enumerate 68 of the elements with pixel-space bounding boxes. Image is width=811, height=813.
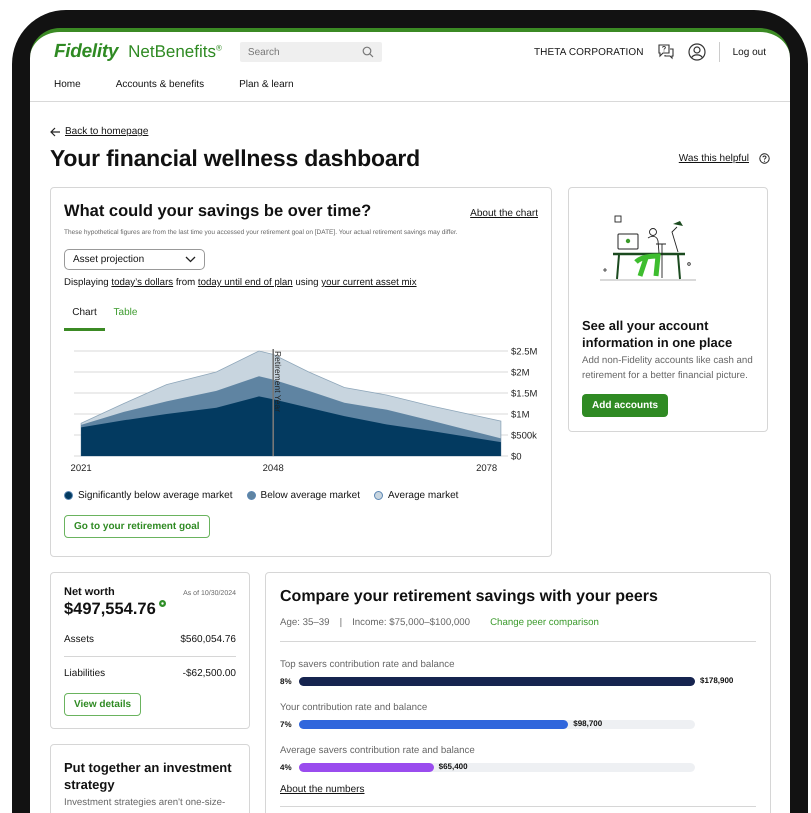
back-link[interactable]: Back to homepage [65, 126, 148, 137]
info-dot-icon[interactable] [158, 600, 166, 607]
logout-link[interactable]: Log out [732, 46, 766, 58]
net-worth-label: Net worth [64, 586, 115, 598]
card-title: Compare your retirement savings with your peers [280, 588, 659, 606]
chat-help-icon[interactable] [656, 43, 675, 61]
x-axis-label: 2078 [476, 463, 498, 474]
rate-value: 7% [280, 720, 293, 729]
nav-link[interactable]: Accounts & benefits [116, 79, 204, 90]
back-arrow-icon[interactable] [50, 126, 61, 136]
fidelity-logo[interactable]: Fidelity [54, 41, 118, 63]
retirement-year-label: Retirement Year [273, 351, 284, 412]
projection-dropdown[interactable]: Asset projection [64, 249, 205, 270]
settings-link[interactable]: your current asset mix [321, 277, 417, 288]
net-worth-amount: $497,554.76 [64, 600, 156, 619]
y-axis-label: $1.5M [511, 388, 538, 400]
rate-value: 8% [280, 677, 293, 686]
y-axis-label: $0 [511, 452, 522, 462]
nav-link[interactable]: Plan & learn [239, 79, 294, 90]
row-label: Liabilities [64, 668, 106, 679]
page-title: Your financial wellness dashboard [50, 145, 420, 172]
separator: | [340, 617, 342, 628]
y-axis-label: $1M [511, 410, 530, 420]
display-settings-text: Displaying today’s dollars from today until end of plan using your current asset mix [64, 277, 418, 288]
card-title: Put together an investment strategy [64, 760, 233, 794]
legend-label: Below average market [260, 490, 360, 501]
change-comparison-link[interactable]: Change peer comparison [490, 617, 599, 628]
user-icon[interactable] [688, 43, 706, 61]
row-value: -$62,500.00 [182, 668, 236, 679]
view-tab[interactable]: Table [105, 307, 146, 331]
card-title: See all your account information in one place [582, 318, 734, 352]
age-range: Age: 35–39 [280, 617, 330, 628]
y-axis-label: $500k [511, 430, 537, 442]
card-description: Add non-Fidelity accounts like cash and retirement for a better financial picture. [582, 354, 754, 383]
company-name: THETA CORPORATION [534, 46, 644, 58]
feedback-link[interactable]: Was this helpful [678, 153, 749, 164]
row-value: $560,054.76 [180, 634, 236, 645]
settings-link[interactable]: today’s dollars [111, 277, 174, 288]
product-name: NetBenefits$^{®}$ [128, 42, 222, 62]
nav-link[interactable]: Home [54, 79, 81, 90]
chevron-down-icon [185, 256, 196, 263]
balance-value: $98,700 [573, 719, 602, 728]
card-description: Investment strategies aren't one-size- [64, 796, 226, 810]
card-title: What could your savings be over time? [64, 202, 372, 221]
search-icon[interactable] [362, 46, 374, 58]
view-details-button[interactable]: View details [64, 693, 142, 716]
search-field[interactable]: Search [240, 42, 382, 62]
add-accounts-button[interactable]: Add accounts [582, 394, 668, 418]
rate-value: 4% [280, 763, 293, 772]
retirement-goal-button[interactable]: Go to your retirement goal [64, 515, 210, 538]
bar-label: Average savers contribution rate and balance [280, 745, 475, 756]
income-range: Income: $75,000–$100,000 [352, 617, 470, 628]
y-axis-label: $2M [511, 368, 530, 378]
about-chart-link[interactable]: About the chart [470, 208, 538, 219]
x-axis-label: 2021 [70, 463, 92, 474]
x-axis-label: 2048 [262, 463, 284, 474]
balance-value: $178,900 [700, 676, 734, 685]
bar-label: Top savers contribution rate and balance [280, 659, 454, 670]
help-icon[interactable] [759, 153, 770, 164]
legend-label: Significantly below average market [78, 490, 233, 501]
settings-link[interactable]: today until end of plan [198, 277, 293, 288]
balance-value: $65,400 [438, 762, 468, 771]
bar-label: Your contribution rate and balance [280, 702, 428, 713]
legend-label: Average market [388, 490, 458, 501]
row-label: Assets [64, 634, 94, 645]
view-tab[interactable]: Chart [64, 307, 105, 331]
y-axis-label: $2.5M [511, 346, 538, 358]
about-numbers-link[interactable]: About the numbers [280, 784, 364, 795]
